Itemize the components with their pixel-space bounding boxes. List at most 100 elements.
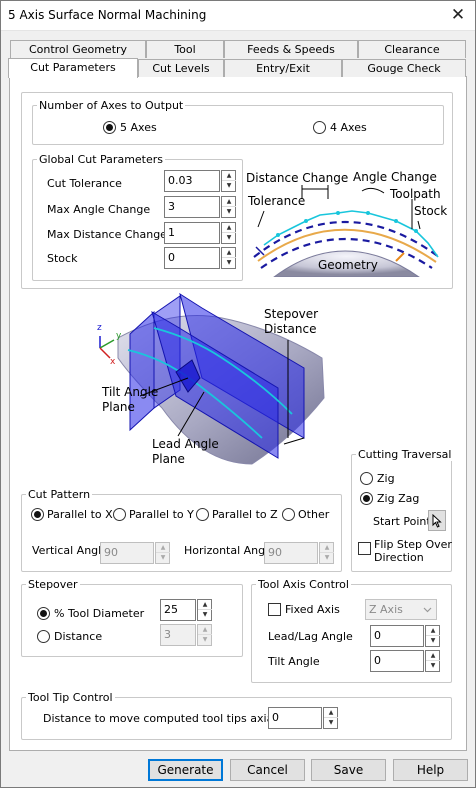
tab-feeds-speeds[interactable]: Feeds & Speeds <box>224 40 358 58</box>
cut-tolerance-input[interactable]: 0.03 <box>164 170 220 192</box>
spin-down-icon[interactable]: ▼ <box>426 661 440 671</box>
lead-lag-input[interactable]: 0 <box>370 625 424 647</box>
zigzag-label: Zig Zag <box>377 492 420 505</box>
chevron-down-icon <box>423 607 432 613</box>
tilt-text-2: Plane <box>102 400 135 414</box>
tool-tip-distance-input[interactable]: 0 <box>268 707 322 729</box>
axis-y-label: y <box>116 331 122 341</box>
zigzag-radio[interactable] <box>360 492 373 505</box>
fixed-axis-label: Fixed Axis <box>285 603 340 616</box>
lead-text-2: Plane <box>152 452 185 466</box>
tilt-angle-input[interactable]: 0 <box>370 650 424 672</box>
four-axes-label: 4 Axes <box>330 121 367 134</box>
save-button[interactable]: Save <box>311 759 386 781</box>
spin-down-icon[interactable]: ▼ <box>222 258 236 268</box>
help-button[interactable]: Help <box>393 759 468 781</box>
spin-down-icon[interactable]: ▼ <box>222 233 236 243</box>
spin-up-icon[interactable]: ▲ <box>198 625 212 635</box>
cut-tolerance-label: Cut Tolerance <box>47 177 122 190</box>
distance-stepper[interactable]: ▲ ▼ <box>197 624 212 646</box>
parallel-z-radio[interactable] <box>196 508 209 521</box>
tool-axis-legend: Tool Axis Control <box>256 578 351 591</box>
stock-stepper[interactable]: ▲ ▼ <box>221 247 236 269</box>
distance-input[interactable]: 3 <box>160 624 196 646</box>
axis-z-label: z <box>97 323 102 333</box>
tab-cut-levels[interactable]: Cut Levels <box>138 59 224 77</box>
flip-label-1: Flip Step Over <box>374 538 452 551</box>
stock-input[interactable]: 0 <box>164 247 220 269</box>
tab-clearance[interactable]: Clearance <box>358 40 466 58</box>
horizontal-angle-stepper[interactable]: ▲ ▼ <box>319 542 334 564</box>
spin-down-icon[interactable]: ▼ <box>222 207 236 217</box>
tilt-angle-label: Tilt Angle <box>268 655 320 668</box>
spin-down-icon[interactable]: ▼ <box>198 635 212 645</box>
cutting-traversal-legend: Cutting Traversal <box>356 448 454 461</box>
spin-up-icon[interactable]: ▲ <box>222 223 236 233</box>
tilt-angle-stepper[interactable]: ▲ ▼ <box>425 650 440 672</box>
spin-down-icon[interactable]: ▼ <box>156 553 170 563</box>
flip-step-over-checkbox[interactable] <box>358 542 371 555</box>
generate-button[interactable]: Generate <box>148 759 223 781</box>
five-axes-label: 5 Axes <box>120 121 157 134</box>
spin-up-icon[interactable]: ▲ <box>426 651 440 661</box>
other-label: Other <box>298 508 330 521</box>
tab-cut-parameters[interactable]: Cut Parameters <box>8 58 138 78</box>
spin-down-icon[interactable]: ▼ <box>222 181 236 191</box>
window-title: 5 Axis Surface Normal Machining <box>8 8 207 22</box>
axis-x-label: x <box>110 357 116 367</box>
tab-gouge-check[interactable]: Gouge Check <box>342 59 466 77</box>
parallel-y-radio[interactable] <box>113 508 126 521</box>
parallel-z-label: Parallel to Z <box>212 508 278 521</box>
tool-diameter-stepper[interactable]: ▲ ▼ <box>197 599 212 621</box>
zig-label: Zig <box>377 472 395 485</box>
spin-down-icon[interactable]: ▼ <box>198 610 212 620</box>
spin-up-icon[interactable]: ▲ <box>222 197 236 207</box>
spin-up-icon[interactable]: ▲ <box>222 248 236 258</box>
tool-diameter-radio[interactable] <box>37 607 50 620</box>
other-radio[interactable] <box>282 508 295 521</box>
four-axes-radio[interactable] <box>313 121 326 134</box>
stepover-diagram: z y x Stepover Distance Tilt Angle Plane… <box>97 292 325 466</box>
fixed-axis-checkbox[interactable] <box>268 603 281 616</box>
close-button[interactable]: ✕ <box>440 0 476 31</box>
tool-tip-distance-stepper[interactable]: ▲ ▼ <box>323 707 338 729</box>
global-cut-legend: Global Cut Parameters <box>37 153 166 166</box>
cancel-button[interactable]: Cancel <box>230 759 305 781</box>
spin-up-icon[interactable]: ▲ <box>426 626 440 636</box>
spin-up-icon[interactable]: ▲ <box>324 708 338 718</box>
max-distance-stepper[interactable]: ▲ ▼ <box>221 222 236 244</box>
cut-tolerance-stepper[interactable]: ▲ ▼ <box>221 170 236 192</box>
tab-tool[interactable]: Tool <box>146 40 224 58</box>
vertical-angle-input[interactable]: 90 <box>100 542 154 564</box>
max-distance-label: Max Distance Change <box>47 228 167 241</box>
spin-down-icon[interactable]: ▼ <box>324 718 338 728</box>
tolerance-diagram: Distance Change Angle Change Tolerance T… <box>246 170 447 277</box>
five-axes-radio[interactable] <box>103 121 116 134</box>
max-angle-stepper[interactable]: ▲ ▼ <box>221 196 236 218</box>
geometry-text: Geometry <box>318 258 378 272</box>
cut-pattern-legend: Cut Pattern <box>26 488 93 501</box>
lead-lag-stepper[interactable]: ▲ ▼ <box>425 625 440 647</box>
horizontal-angle-input[interactable]: 90 <box>264 542 318 564</box>
spin-down-icon[interactable]: ▼ <box>426 636 440 646</box>
parallel-x-radio[interactable] <box>31 508 44 521</box>
axis-select[interactable]: Z Axis <box>365 599 437 620</box>
distance-radio[interactable] <box>37 630 50 643</box>
tool-diameter-input[interactable]: 25 <box>160 599 196 621</box>
spin-up-icon[interactable]: ▲ <box>156 543 170 553</box>
parallel-y-label: Parallel to Y <box>129 508 194 521</box>
start-point-button[interactable] <box>428 510 446 531</box>
zig-radio[interactable] <box>360 472 373 485</box>
tab-entry-exit[interactable]: Entry/Exit <box>224 59 342 77</box>
spin-up-icon[interactable]: ▲ <box>320 543 334 553</box>
stock-text: Stock <box>414 204 447 218</box>
axes-output-legend: Number of Axes to Output <box>37 99 186 112</box>
vertical-angle-stepper[interactable]: ▲ ▼ <box>155 542 170 564</box>
spin-up-icon[interactable]: ▲ <box>198 600 212 610</box>
spin-up-icon[interactable]: ▲ <box>222 171 236 181</box>
max-angle-input[interactable]: 3 <box>164 196 220 218</box>
tab-control-geometry[interactable]: Control Geometry <box>10 40 146 58</box>
max-distance-input[interactable]: 1 <box>164 222 220 244</box>
stepover-text-1: Stepover <box>264 307 318 321</box>
spin-down-icon[interactable]: ▼ <box>320 553 334 563</box>
